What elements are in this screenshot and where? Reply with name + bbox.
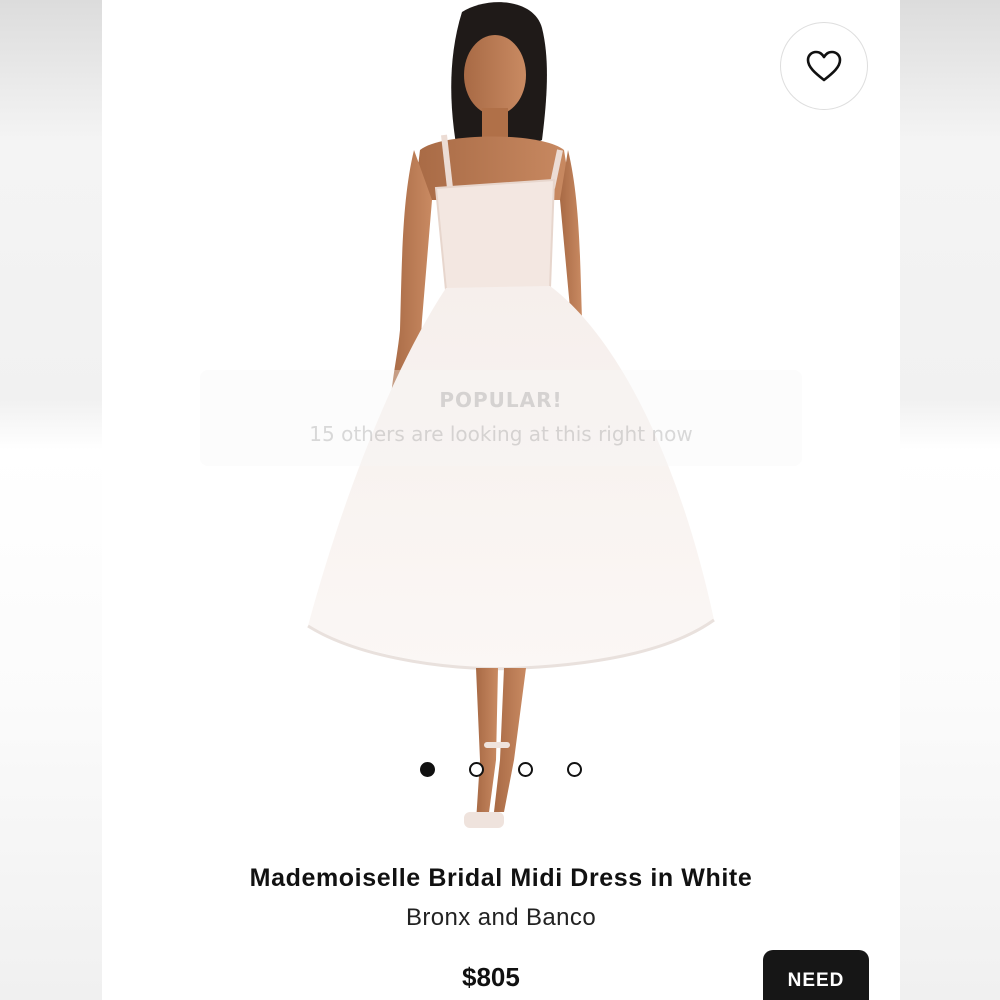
popular-badge: POPULAR! <box>439 388 563 412</box>
product-brand[interactable]: Bronx and Banco <box>102 904 900 932</box>
heart-icon <box>806 50 842 82</box>
gallery-dot-3[interactable] <box>518 762 533 777</box>
gallery-dot-1[interactable] <box>420 762 435 777</box>
product-card: POPULAR! 15 others are looking at this r… <box>102 0 900 1000</box>
right-background-strip <box>900 0 1000 1000</box>
gallery-dot-4[interactable] <box>567 762 582 777</box>
favorite-button[interactable] <box>780 22 868 110</box>
product-title: Mademoiselle Bridal Midi Dress in White <box>249 864 753 892</box>
popular-message: 15 others are looking at this right now <box>309 422 693 446</box>
gallery-dot-2[interactable] <box>469 762 484 777</box>
product-price: $805 <box>462 962 520 992</box>
popular-overlay: POPULAR! 15 others are looking at this r… <box>200 370 802 466</box>
gallery-pagination <box>420 762 582 777</box>
need-button[interactable]: NEED <box>763 950 869 1000</box>
left-background-strip <box>0 0 102 1000</box>
